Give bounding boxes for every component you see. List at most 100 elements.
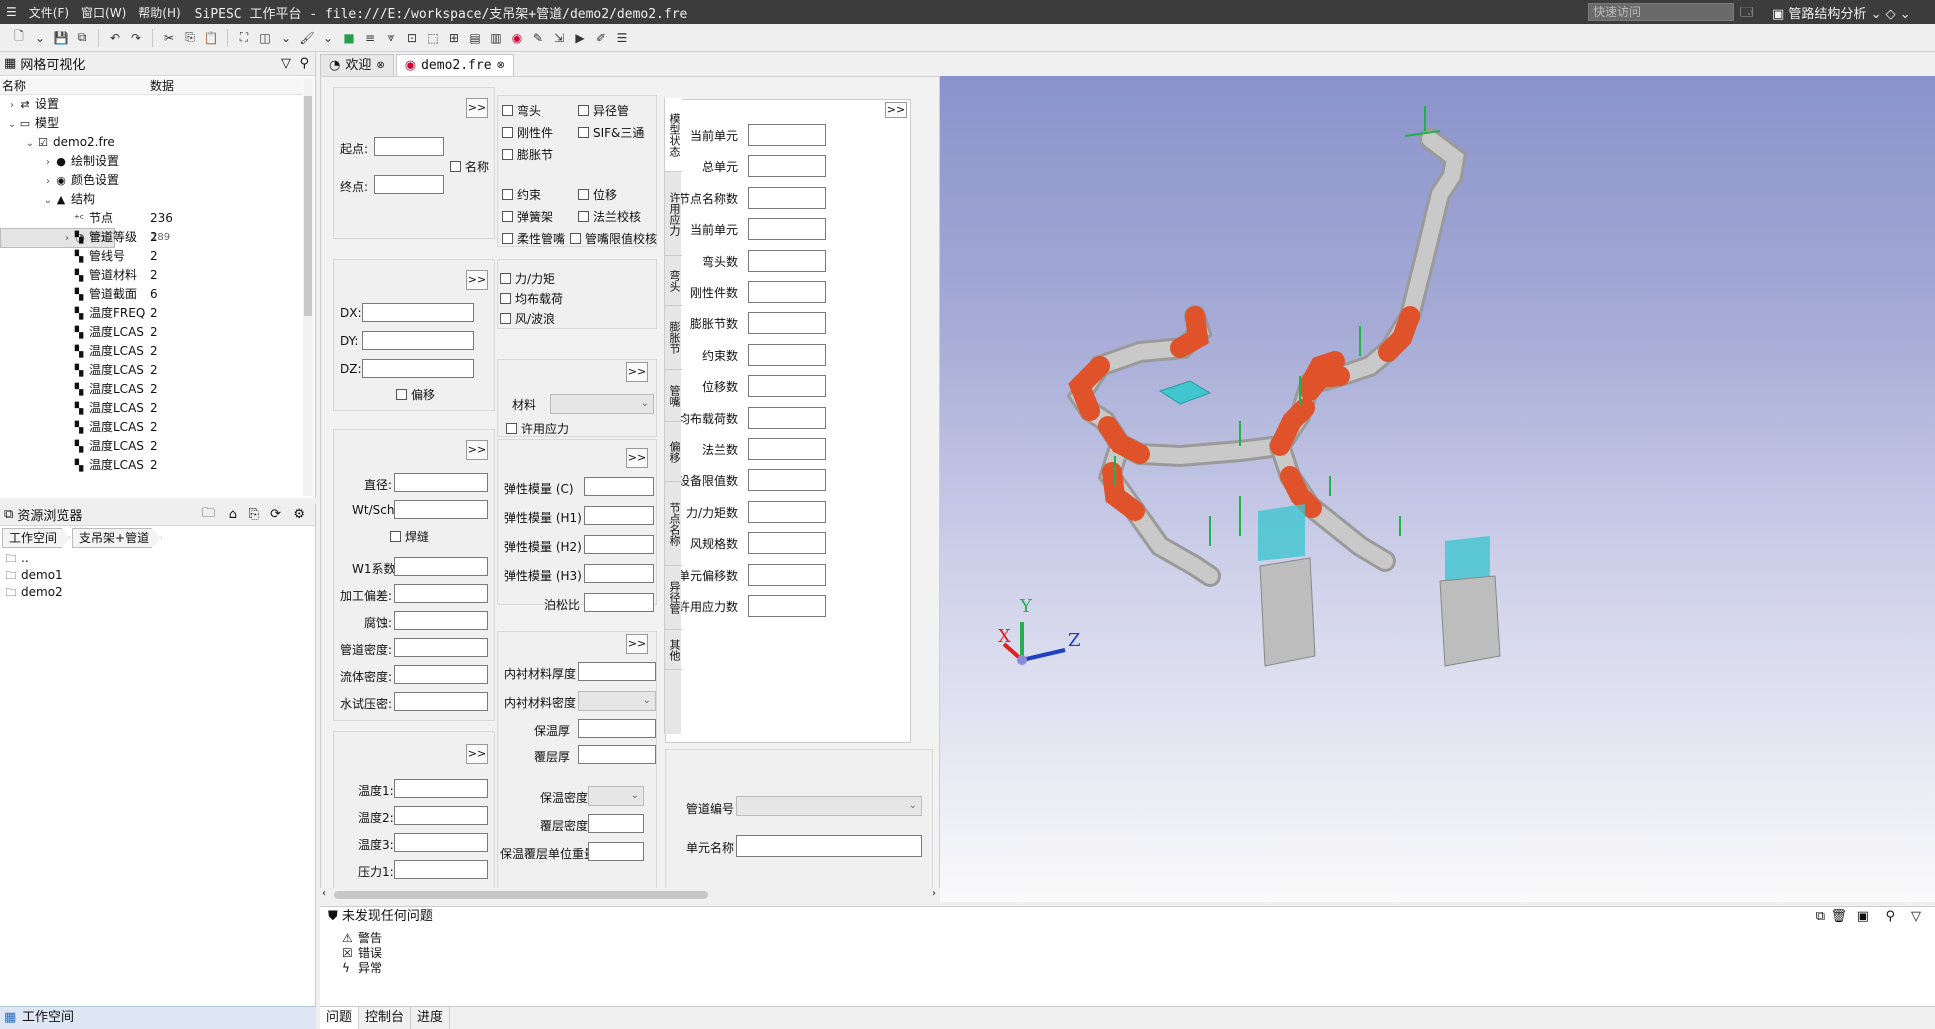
tree-item[interactable]: ⌄ ☑ demo2.fre xyxy=(0,133,302,152)
tab-demo2[interactable]: ◉ demo2.fre ⊗ xyxy=(395,54,514,76)
expand-toggle-icon[interactable]: ⌄ xyxy=(6,115,18,134)
status-field-input[interactable] xyxy=(748,469,826,492)
w1-input[interactable] xyxy=(394,557,488,576)
vtab-item[interactable]: 异径管 xyxy=(665,566,682,630)
modulus-h3-input[interactable] xyxy=(584,564,654,583)
name-checkbox[interactable]: 名称 xyxy=(450,158,489,175)
sif-tee-checkbox[interactable]: SIF&三通 xyxy=(578,124,644,141)
hydro-pressure-input[interactable] xyxy=(394,692,488,711)
expand-toggle-icon[interactable]: ⌄ xyxy=(24,134,36,153)
refresh-icon[interactable]: ⟳ xyxy=(270,507,281,522)
layers-icon[interactable]: ≡ xyxy=(361,29,379,47)
undo-icon[interactable]: ↶ xyxy=(106,29,124,47)
tree-item[interactable]: ▚ 温度LCAS 2 xyxy=(0,399,302,418)
open-perspective-icon[interactable]: 🗔 xyxy=(1740,3,1753,24)
status-field-input[interactable] xyxy=(748,186,826,209)
paste-icon[interactable]: 📋 xyxy=(202,29,220,47)
problem-category[interactable]: ϟ 异常 xyxy=(342,961,382,976)
dy-input[interactable] xyxy=(362,331,474,350)
list-icon[interactable]: ☰ xyxy=(613,29,631,47)
expand-toggle-icon[interactable]: › xyxy=(6,96,18,115)
save-icon[interactable]: 💾 xyxy=(52,29,70,47)
poisson-input[interactable] xyxy=(584,593,654,612)
green-block-icon[interactable]: ■ xyxy=(340,29,358,47)
expand-button[interactable]: >> xyxy=(466,744,488,764)
element-name-input[interactable] xyxy=(736,835,922,857)
brush-icon[interactable]: 🖌 xyxy=(298,29,316,47)
export-icon[interactable]: ⇲ xyxy=(550,29,568,47)
menu-hamburger-icon[interactable]: ☰ xyxy=(0,5,23,19)
wtsch-input[interactable] xyxy=(394,500,488,519)
problem-category[interactable]: ☒ 错误 xyxy=(342,946,382,961)
tab-welcome[interactable]: ◔ 欢迎 ⊗ xyxy=(320,54,394,76)
tree-item[interactable]: ▚ 管道材料 2 xyxy=(0,266,302,285)
tree-scrollbar[interactable] xyxy=(303,78,313,496)
pressure1-input[interactable] xyxy=(394,860,488,879)
list-item[interactable]: 🗀 demo1 xyxy=(4,567,63,584)
spring-hanger-checkbox[interactable]: 弹簧架 xyxy=(502,208,553,225)
flange-check-checkbox[interactable]: 法兰校核 xyxy=(578,208,641,225)
vtab-item[interactable]: 管嘴 xyxy=(665,370,682,422)
material-select[interactable]: ⌄ xyxy=(550,394,654,414)
corrosion-input[interactable] xyxy=(394,611,488,630)
expand-toggle-icon[interactable]: ⌄ xyxy=(42,191,54,210)
perspective-button[interactable]: ▣ 管路结构分析 ⌄ ◇ ⌄ xyxy=(1772,3,1911,22)
status-field-input[interactable] xyxy=(748,343,826,366)
pipe-density-input[interactable] xyxy=(394,638,488,657)
status-field-input[interactable] xyxy=(748,563,826,586)
expand-button[interactable]: >> xyxy=(626,634,648,654)
copy-icon[interactable]: ⎘ xyxy=(249,507,259,522)
vtab-item[interactable]: 偏移 xyxy=(665,422,682,482)
tree-item[interactable]: ▚ 管线号 2 xyxy=(0,247,302,266)
tree-item[interactable]: ⁺ᶜ 节点 236 xyxy=(0,209,302,228)
new-folder-icon[interactable]: 🗀 xyxy=(202,504,215,526)
tree-item[interactable]: ▚ 管道截面 6 xyxy=(0,285,302,304)
temp2-input[interactable] xyxy=(394,806,488,825)
force-moment-checkbox[interactable]: 力/力矩 xyxy=(500,270,555,287)
filter-icon[interactable]: ▽ xyxy=(1911,907,1921,927)
nozzle-limit-checkbox[interactable]: 管嘴限值校核 xyxy=(570,230,657,247)
pin-icon[interactable]: ⚲ xyxy=(1885,907,1895,927)
copy-icon[interactable]: ⎘ xyxy=(181,29,199,47)
quick-access-input[interactable]: 快速访问 xyxy=(1588,3,1734,21)
pin-icon[interactable]: ⚲ xyxy=(299,56,309,71)
save-all-icon[interactable]: ⧉ xyxy=(73,29,91,47)
status-field-input[interactable] xyxy=(748,532,826,555)
filter-icon[interactable]: ▽ xyxy=(281,56,291,71)
tree-item[interactable]: ▚ 温度LCAS 2 xyxy=(0,323,302,342)
expand-button[interactable]: >> xyxy=(626,362,648,382)
tolerance-input[interactable] xyxy=(394,584,488,603)
select-icon[interactable]: ⬚ xyxy=(424,29,442,47)
modulus-h2-input[interactable] xyxy=(584,535,654,554)
fit-view-icon[interactable]: ⛶ xyxy=(235,29,253,47)
form-horizontal-scrollbar[interactable]: ‹ › xyxy=(320,888,940,902)
scroll-left-icon[interactable]: ‹ xyxy=(322,888,326,899)
restraint-checkbox[interactable]: 约束 xyxy=(502,186,541,203)
status-field-input[interactable] xyxy=(748,595,826,617)
expand-button[interactable]: >> xyxy=(466,98,488,118)
temp3-input[interactable] xyxy=(394,833,488,852)
status-field-input[interactable] xyxy=(748,218,826,241)
tree-item[interactable]: ⌄ ▲ 结构 xyxy=(0,190,302,209)
status-field-input[interactable] xyxy=(748,281,826,303)
status-field-input[interactable] xyxy=(748,406,826,429)
status-field-input[interactable] xyxy=(748,124,826,146)
vtab-item[interactable]: 其他 xyxy=(665,630,682,670)
diameter-input[interactable] xyxy=(394,473,488,492)
tree-item[interactable]: ▚ 温度LCAS 2 xyxy=(0,418,302,437)
modulus-c-input[interactable] xyxy=(584,477,654,496)
status-field-input[interactable] xyxy=(748,155,826,178)
expand-button[interactable]: >> xyxy=(466,440,488,460)
vtab-item[interactable]: 膨胀节 xyxy=(665,306,682,370)
menu-help[interactable]: 帮助(H) xyxy=(132,4,186,21)
menu-file[interactable]: 文件(F) xyxy=(23,4,75,21)
tree-item[interactable]: › ◉ 颜色设置 xyxy=(0,171,302,190)
displacement-checkbox[interactable]: 位移 xyxy=(578,186,617,203)
close-icon[interactable]: ⊗ xyxy=(497,56,505,76)
rigid-checkbox[interactable]: 刚性件 xyxy=(502,124,553,141)
delete-icon[interactable]: 🗑 xyxy=(1830,907,1847,927)
expand-toggle-icon[interactable]: › xyxy=(42,153,54,172)
pipe-no-select[interactable]: ⌄ xyxy=(736,796,922,816)
redo-icon[interactable]: ↷ xyxy=(127,29,145,47)
end-node-input[interactable] xyxy=(374,175,444,194)
